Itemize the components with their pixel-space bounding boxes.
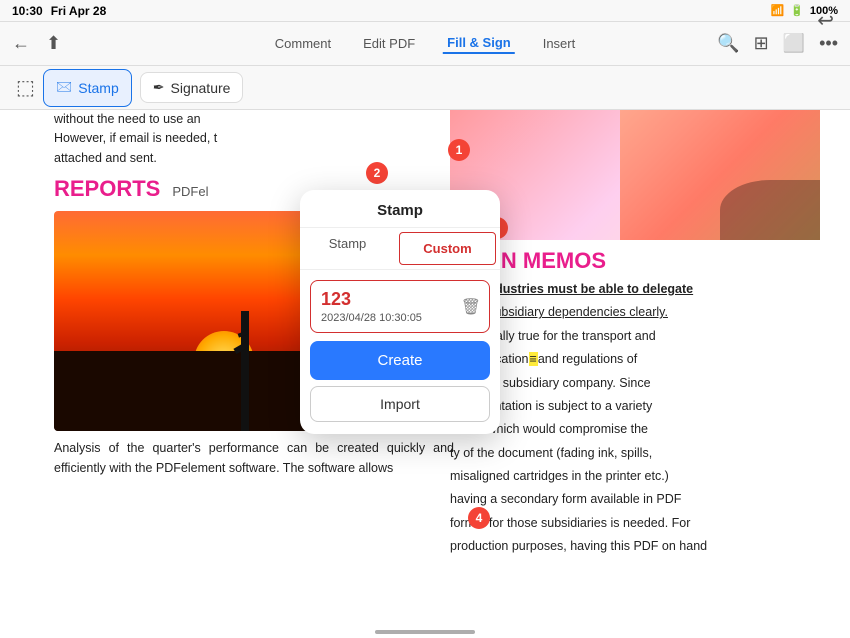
undo-button[interactable]: ↩ <box>817 8 834 33</box>
tab-insert[interactable]: Insert <box>539 34 580 53</box>
status-bar: 10:30 Fri Apr 28 📶 🔋 100% <box>0 0 850 22</box>
search-icon[interactable]: 🔍 <box>717 33 739 54</box>
right-line-1: l Gas industries must be able to delegat… <box>450 280 820 299</box>
stamp-button[interactable]: 🖂 Stamp <box>43 69 132 107</box>
right-line-4: y specification≡and regulations of <box>450 350 820 369</box>
badge-4: 4 <box>468 507 490 529</box>
stamp-popup-title: Stamp <box>300 190 500 228</box>
right-line-7: ments which would compromise the <box>450 420 820 439</box>
share-button[interactable]: ⬆ <box>46 33 61 54</box>
right-line-11: format for those subsidiaries is needed.… <box>450 514 820 533</box>
create-button[interactable]: Create <box>310 341 490 380</box>
time: 10:30 <box>12 4 43 18</box>
tab-edit-pdf[interactable]: Edit PDF <box>359 34 419 53</box>
navigation-heading: ATION MEMOS <box>450 248 820 274</box>
stamp-tab-custom[interactable]: Custom <box>399 232 496 265</box>
tab-fill-sign[interactable]: Fill & Sign <box>443 33 515 54</box>
import-button[interactable]: Import <box>310 386 490 422</box>
stamp-popup: Stamp Stamp Custom 123 2023/04/28 10:30:… <box>300 190 500 434</box>
highlight-badge: ≡ <box>529 352 538 366</box>
signature-icon: ✒ <box>153 79 165 96</box>
badge-1: 1 <box>448 139 470 161</box>
back-button[interactable]: ← <box>12 33 30 54</box>
left-text-3: attached and sent. <box>54 149 454 168</box>
badge-2: 2 <box>366 162 388 184</box>
home-indicator <box>375 630 475 634</box>
reports-heading: REPORTS <box>54 176 160 202</box>
left-text-1: without the need to use an <box>54 110 454 129</box>
more-icon[interactable]: ••• <box>819 33 838 54</box>
right-line-6: documentation is subject to a variety <box>450 397 820 416</box>
right-column: ATION MEMOS l Gas industries must be abl… <box>450 110 820 561</box>
stamp-date: 2023/04/28 10:30:05 <box>321 312 479 324</box>
right-line-8: ty of the document (fading ink, spills, <box>450 444 820 463</box>
stamp-item: 123 2023/04/28 10:30:05 🗑 <box>310 280 490 333</box>
selection-icon[interactable]: ⬚ <box>16 75 35 100</box>
stamp-label: Stamp <box>78 80 118 96</box>
stamp-tab-stamp[interactable]: Stamp <box>300 228 395 269</box>
content-area: without the need to use an However, if e… <box>0 110 850 638</box>
pdf-label: PDFel <box>172 184 208 199</box>
main-toolbar: ← ⬆ Comment Edit PDF Fill & Sign Insert … <box>0 22 850 66</box>
signature-button[interactable]: ✒ Signature <box>140 72 244 103</box>
stamp-number: 123 <box>321 289 479 310</box>
right-line-9: misaligned cartridges in the printer etc… <box>450 467 820 486</box>
battery-icon: 🔋 <box>790 4 804 17</box>
analysis-text: Analysis of the quarter's performance ca… <box>54 439 454 478</box>
stamp-icon: 🖂 <box>56 76 72 100</box>
day: Fri Apr 28 <box>51 4 107 18</box>
stamp-delete-button[interactable]: 🗑 <box>461 297 481 317</box>
pdf-page: without the need to use an However, if e… <box>0 110 850 638</box>
right-line-10: having a secondary form available in PDF <box>450 490 820 509</box>
right-line-5: ort to the subsidiary company. Since <box>450 374 820 393</box>
left-text-2: However, if email is needed, t <box>54 129 454 148</box>
monitor-icon[interactable]: ⬜ <box>783 33 805 54</box>
right-line-3: s especially true for the transport and <box>450 327 820 346</box>
signature-label: Signature <box>171 80 231 96</box>
right-line-2: o their subsidiary dependencies clearly. <box>450 303 820 322</box>
secondary-toolbar: ⬚ 🖂 Stamp ✒ Signature ↩ <box>0 66 850 110</box>
tab-comment[interactable]: Comment <box>271 34 335 53</box>
right-line-12: production purposes, having this PDF on … <box>450 537 820 556</box>
grid-icon[interactable]: ⊞ <box>754 33 769 54</box>
wifi-icon: 📶 <box>770 4 784 17</box>
stamp-popup-tabs: Stamp Custom <box>300 228 500 270</box>
